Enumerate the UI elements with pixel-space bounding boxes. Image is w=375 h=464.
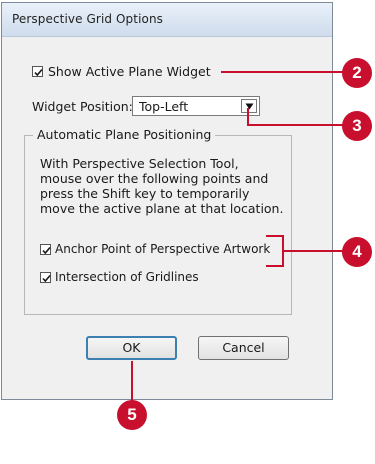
dialog-title: Perspective Grid Options (12, 12, 164, 26)
callout-line (266, 235, 283, 237)
dropdown-button[interactable] (241, 99, 257, 113)
callout-badge-2: 2 (342, 58, 372, 88)
callout-badge-3: 3 (342, 111, 372, 141)
anchor-point-label[interactable]: Anchor Point of Perspective Artwork (55, 242, 270, 256)
cancel-button[interactable]: Cancel (198, 336, 289, 360)
callout-line (282, 250, 344, 252)
intersection-checkbox[interactable] (40, 272, 51, 283)
callout-badge-5: 5 (117, 400, 147, 430)
show-widget-checkbox[interactable] (32, 66, 43, 77)
callout-line (247, 124, 347, 126)
checkmark-icon (42, 274, 51, 283)
callout-line (131, 361, 133, 401)
description-line: mouse over the following points and (40, 171, 269, 186)
callout-badge-4: 4 (342, 237, 372, 267)
widget-position-value: Top-Left (139, 99, 189, 114)
widget-position-label: Widget Position: (32, 99, 133, 114)
callout-line (266, 265, 283, 267)
checkmark-icon (34, 68, 43, 77)
anchor-point-checkbox[interactable] (40, 244, 51, 255)
perspective-grid-options-dialog: Perspective Grid Options Show Active Pla… (1, 2, 333, 400)
group-title: Automatic Plane Positioning (33, 127, 216, 142)
show-widget-label[interactable]: Show Active Plane Widget (48, 64, 211, 79)
checkmark-icon (42, 246, 51, 255)
callout-line (221, 71, 345, 73)
title-bar: Perspective Grid Options (2, 3, 332, 37)
widget-position-select[interactable]: Top-Left (132, 96, 260, 116)
group-description: With Perspective Selection Tool, mouse o… (40, 156, 290, 216)
description-line: press the Shift key to temporarily (40, 186, 250, 201)
description-line: With Perspective Selection Tool, (40, 156, 239, 171)
description-line: move the active plane at that location. (40, 201, 284, 216)
intersection-label[interactable]: Intersection of Gridlines (55, 270, 199, 284)
callout-line (247, 108, 249, 125)
ok-button[interactable]: OK (86, 336, 177, 360)
